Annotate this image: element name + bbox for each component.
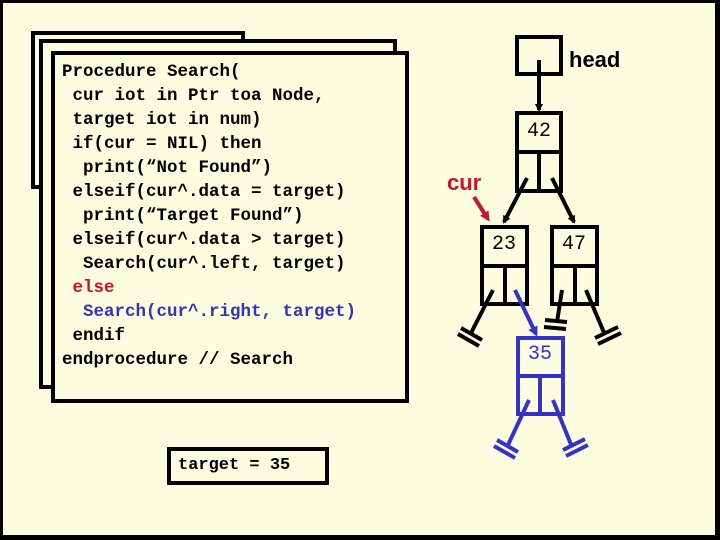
cur-pointer-arrow xyxy=(472,195,490,222)
cur-label: cur xyxy=(447,170,482,195)
node-value-35: 35 xyxy=(527,343,552,366)
node-value-42: 42 xyxy=(526,120,551,143)
nil-ground-23-left xyxy=(457,289,495,348)
nil-ground-47-right xyxy=(584,289,622,346)
nil-ground-35-left xyxy=(493,399,531,460)
node-value-23: 23 xyxy=(491,233,516,256)
nil-ground-47-left xyxy=(543,289,568,331)
nil-ground-35-right xyxy=(551,399,589,458)
tree-diagram xyxy=(457,35,622,460)
node-value-47: 47 xyxy=(561,233,586,256)
head-label: head xyxy=(569,47,621,72)
